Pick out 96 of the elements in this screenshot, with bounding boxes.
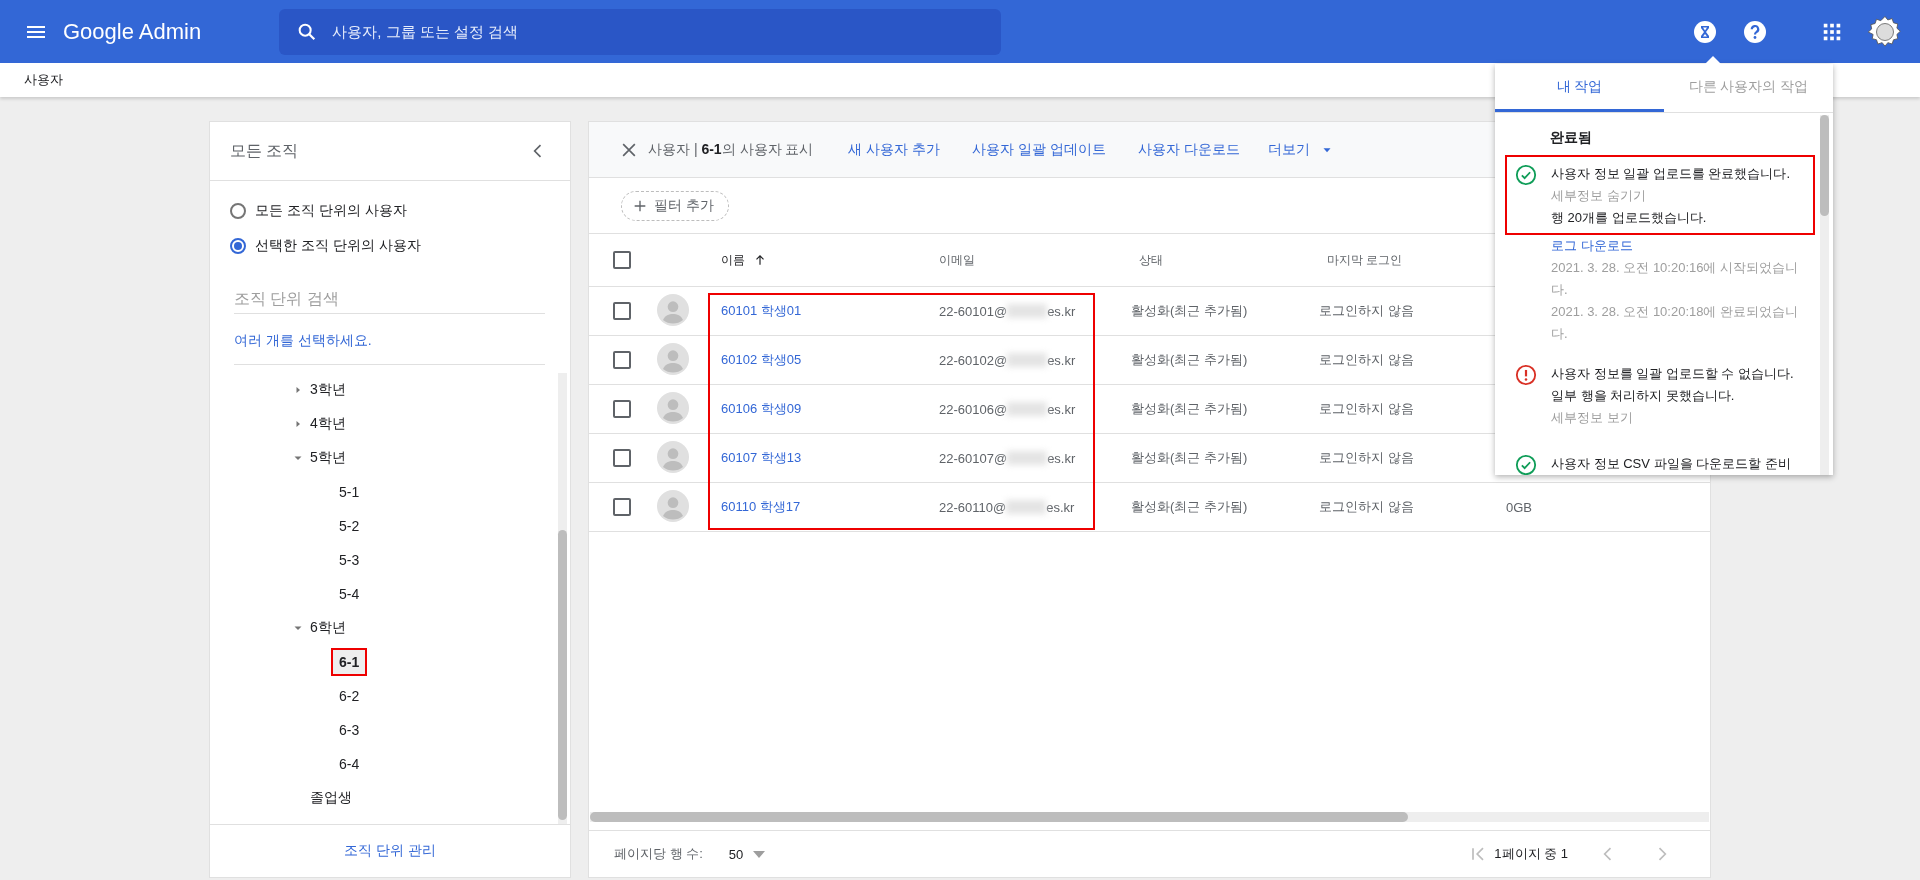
rows-per-page-select[interactable]: 50 [728,846,766,862]
error-icon [1515,364,1537,386]
search-bar[interactable]: 사용자, 그룹 또는 설정 검색 [279,8,1002,55]
email-text: 22-60110@ [939,499,1007,515]
redaction-blur [1007,353,1048,367]
status-text: 활성화(최근 추가됨) [1131,450,1248,465]
multi-select-link[interactable]: 여러 개를 선택하세요. [234,332,372,350]
user-name-link[interactable]: 60110 학생17 [721,499,801,514]
tasks-icon[interactable] [1693,19,1717,44]
task-message: 사용자 정보 CSV 파일을 다운로드할 준비 [1551,455,1792,473]
last-login-text: 로그인하지 않음 [1319,499,1414,514]
add-filter-chip[interactable]: 필터 추가 [621,190,729,221]
last-login-text: 로그인하지 않음 [1319,303,1414,318]
user-avatar-icon [657,342,689,375]
success-check-icon [1515,164,1537,186]
tree-item[interactable]: 6학년 [302,613,354,643]
product-name: Google Admin [63,18,202,45]
help-icon[interactable] [1743,19,1767,44]
redaction-blur [1007,402,1048,416]
redaction-blur [1006,500,1047,514]
tree-item[interactable]: 3학년 [302,375,354,405]
tree-item[interactable]: 5-2 [331,512,368,540]
user-name-link[interactable]: 60107 학생13 [721,450,802,465]
tree-item[interactable]: 6-4 [331,750,368,778]
search-input[interactable]: 사용자, 그룹 또는 설정 검색 [330,22,935,41]
tree-item[interactable]: 5학년 [302,443,354,473]
email-text: 22-60102@ [939,352,1008,368]
task-message: 사용자 정보 일괄 업로드를 완료했습니다. [1551,165,1792,183]
column-header[interactable]: 이메일 [939,251,975,269]
task-time: 2021. 3. 28. 오전 10:20:18에 완료되었습니다. [1551,303,1800,343]
checkbox[interactable] [613,400,631,418]
toolbar-link[interactable]: 사용자 일괄 업데이트 [972,140,1106,159]
checkbox[interactable] [613,251,631,269]
user-name-link[interactable]: 60101 학생01 [721,303,802,318]
tree-item[interactable]: 졸업생 [302,783,360,813]
user-avatar-icon [657,440,689,473]
user-name-link[interactable]: 60102 학생05 [721,352,802,367]
task-detail: 행 20개를 업로드했습니다. [1551,209,1708,227]
user-avatar-icon [657,293,689,326]
success-check-icon [1515,454,1537,475]
tree-item[interactable]: 5-3 [331,546,368,574]
panel-title: 모든 조직 [230,140,299,161]
last-login-text: 로그인하지 않음 [1319,450,1414,465]
radio-option[interactable]: 선택한 조직 단위의 사용자 [230,228,421,263]
checkbox[interactable] [613,498,631,516]
tab[interactable]: 내 작업 [1495,64,1664,112]
redaction-blur [1007,451,1048,465]
email-text: es.kr [1046,499,1075,515]
toolbar-link[interactable]: 사용자 다운로드 [1138,140,1240,159]
column-header[interactable]: 마지막 로그인 [1327,251,1403,269]
last-login-text: 로그인하지 않음 [1319,401,1414,416]
storage-text: 0GB [1506,499,1532,515]
column-header[interactable]: 이름 [721,251,745,269]
tree-item[interactable]: 6-1 [331,648,368,676]
more-menu-button[interactable]: 더보기 [1267,140,1334,159]
log-download-link[interactable]: 로그 다운로드 [1551,235,1801,257]
task-message: 사용자 정보를 일괄 업로드할 수 없습니다. 일부 행을 처리하지 못했습니다. [1551,365,1795,405]
section-heading: 완료됨 [1550,129,1593,147]
email-text: 22-60107@ [939,450,1008,466]
toolbar-link[interactable]: 새 사용자 추가 [848,140,941,159]
status-text: 활성화(최근 추가됨) [1131,352,1248,367]
radio-option[interactable]: 모든 조직 단위의 사용자 [230,193,407,228]
rows-per-page-label: 페이지당 행 수: [614,845,703,863]
email-text: es.kr [1047,352,1076,368]
email-text: es.kr [1047,303,1076,319]
scrollbar[interactable] [558,373,567,824]
email-text: es.kr [1047,450,1076,466]
tree-item[interactable]: 5-4 [331,580,368,608]
user-avatar-icon [657,391,689,424]
checkbox[interactable] [613,449,631,467]
user-avatar-icon [657,489,689,522]
avatar-icon[interactable] [1868,14,1902,49]
column-header[interactable]: 상태 [1139,251,1163,269]
redaction-blur [1007,304,1048,318]
last-login-text: 로그인하지 않음 [1319,352,1414,367]
status-text: 활성화(최근 추가됨) [1131,499,1248,514]
tree-item[interactable]: 6-3 [331,716,368,744]
user-name-link[interactable]: 60106 학생09 [721,401,802,416]
tree-item[interactable]: 5-1 [331,478,368,506]
breadcrumb[interactable]: 사용자 [24,71,63,89]
caret-icon [753,850,766,858]
view-title: 사용자 | 6-1의 사용자 표시 [648,140,814,159]
manage-org-link[interactable]: 조직 단위 관리 [344,842,436,860]
email-text: 22-60101@ [939,303,1008,319]
email-text: 22-60106@ [939,401,1008,417]
task-time: 2021. 3. 28. 오전 10:20:16에 시작되었습니다. [1551,259,1800,299]
checkbox[interactable] [613,351,631,369]
checkbox[interactable] [613,302,631,320]
scrollbar[interactable] [1820,115,1829,475]
tree-item[interactable]: 4학년 [302,409,354,439]
status-text: 활성화(최근 추가됨) [1131,401,1248,416]
tree-item[interactable]: 6-2 [331,682,368,710]
scrollbar[interactable] [590,812,1709,822]
status-text: 활성화(최근 추가됨) [1131,303,1248,318]
email-text: es.kr [1047,401,1076,417]
page-info: 1페이지 중 1 [1494,845,1568,863]
